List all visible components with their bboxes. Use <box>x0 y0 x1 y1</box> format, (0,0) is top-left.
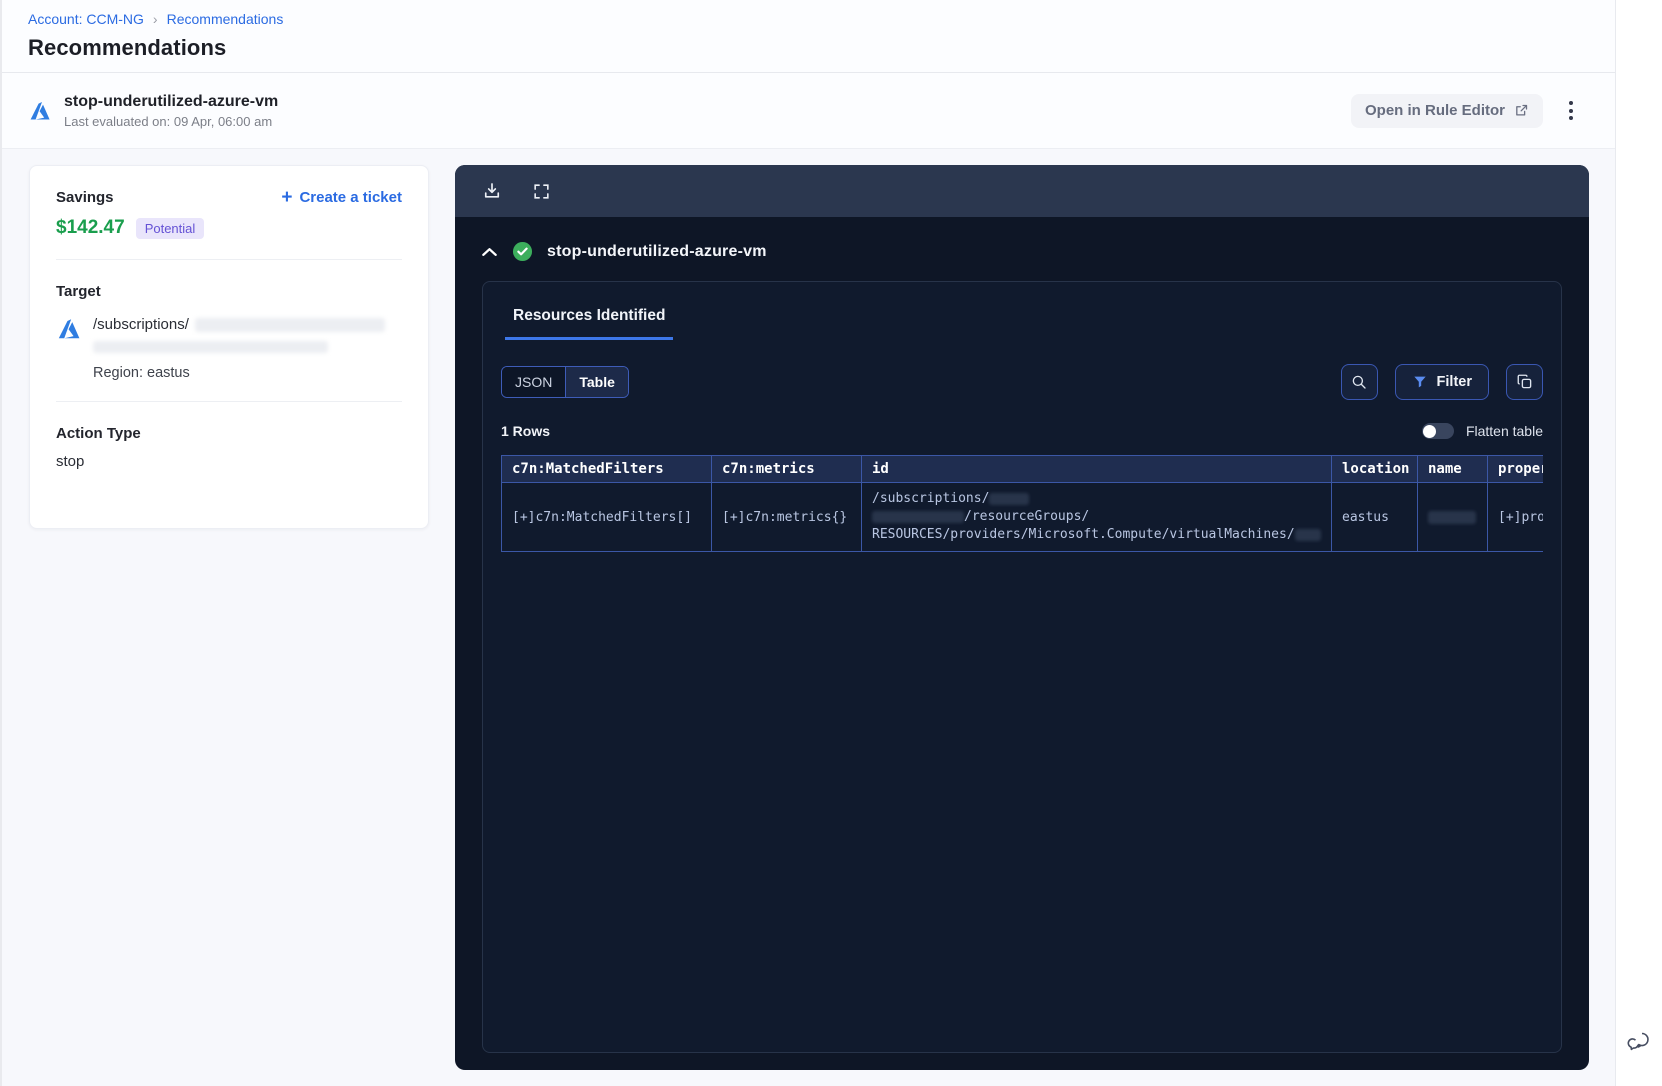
results-table-wrap: c7n:MatchedFilters c7n:metrics id locati… <box>501 455 1543 552</box>
download-icon[interactable] <box>482 181 502 201</box>
create-ticket-button[interactable]: + Create a ticket <box>281 186 402 208</box>
flatten-table-label: Flatten table <box>1465 423 1543 439</box>
redacted-id-1 <box>989 493 1030 505</box>
table-meta-row: 1 Rows Flatten table <box>501 423 1543 439</box>
breadcrumb: Account: CCM-NG › Recommendations <box>28 9 1589 29</box>
flatten-table-toggle[interactable] <box>1421 423 1454 439</box>
cell-name[interactable] <box>1417 482 1488 552</box>
content: Savings + Create a ticket $142.47 Potent… <box>2 149 1615 1070</box>
breadcrumb-account-link[interactable]: Account: CCM-NG <box>28 11 144 27</box>
results-table: c7n:MatchedFilters c7n:metrics id locati… <box>501 455 1543 552</box>
rule-meta: stop-underutilized-azure-vm Last evaluat… <box>64 93 278 129</box>
tab-resources-identified[interactable]: Resources Identified <box>505 307 674 340</box>
action-type-label: Action Type <box>56 425 141 442</box>
results-toolbar <box>455 165 1589 217</box>
fullscreen-icon[interactable] <box>532 182 551 201</box>
tab-row: Resources Identified <box>501 282 1543 340</box>
savings-amount: $142.47 <box>56 217 125 238</box>
rows-count: 1 Rows <box>501 423 551 439</box>
rule-name: stop-underutilized-azure-vm <box>64 92 279 110</box>
azure-logo-icon <box>28 99 52 123</box>
target-path: /subscriptions/ <box>93 316 189 333</box>
success-check-icon <box>512 241 533 262</box>
rule-header: stop-underutilized-azure-vm Last evaluat… <box>2 73 1615 149</box>
col-metrics[interactable]: c7n:metrics <box>711 455 862 483</box>
redacted-name <box>1428 510 1476 524</box>
savings-card: Savings + Create a ticket $142.47 Potent… <box>29 165 429 529</box>
col-location[interactable]: location <box>1331 455 1418 483</box>
main-area: Account: CCM-NG › Recommendations Recomm… <box>0 0 1615 1086</box>
col-properties[interactable]: propert <box>1487 455 1543 483</box>
savings-label: Savings <box>56 189 114 206</box>
filter-icon <box>1412 374 1428 390</box>
rule-result-header[interactable]: stop-underutilized-azure-vm <box>455 217 1589 262</box>
open-rule-editor-button[interactable]: Open in Rule Editor <box>1350 93 1543 128</box>
savings-section: Savings + Create a ticket $142.47 Potent… <box>30 166 428 259</box>
table-view-option[interactable]: Table <box>565 367 628 397</box>
cell-id[interactable]: /subscriptions/ /resourceGroups/ RESOURC… <box>861 482 1332 552</box>
open-rule-editor-label: Open in Rule Editor <box>1364 102 1505 119</box>
id-resourcegroups-text: /resourceGroups/ <box>964 509 1090 524</box>
breadcrumb-separator: › <box>152 11 158 27</box>
controls-row: JSON Table Filter <box>501 364 1543 400</box>
table-row: [+]c7n:MatchedFilters[] [+]c7n:metrics{}… <box>501 482 1543 552</box>
right-rail <box>1615 0 1662 1086</box>
redacted-id-2 <box>872 511 964 523</box>
cell-location[interactable]: eastus <box>1331 482 1418 552</box>
id-subscriptions-text: /subscriptions/ <box>872 491 990 506</box>
app-viewport: Account: CCM-NG › Recommendations Recomm… <box>0 0 1662 1086</box>
potential-badge: Potential <box>135 217 205 239</box>
azure-target-icon <box>56 316 82 381</box>
resources-container: Resources Identified JSON Table Filter 1… <box>482 281 1562 1053</box>
col-name[interactable]: name <box>1417 455 1488 483</box>
action-type-section: Action Type stop <box>30 402 428 528</box>
filter-button[interactable]: Filter <box>1394 364 1489 400</box>
rule-last-evaluated: Last evaluated on: 09 Apr, 06:00 am <box>64 113 273 129</box>
cell-matched-filters[interactable]: [+]c7n:MatchedFilters[] <box>501 482 712 552</box>
filter-label: Filter <box>1436 374 1472 390</box>
table-header-row: c7n:MatchedFilters c7n:metrics id locati… <box>501 455 1543 483</box>
breadcrumb-recommendations-link[interactable]: Recommendations <box>167 11 284 27</box>
cell-properties[interactable]: [+]prop <box>1487 482 1543 552</box>
topbar: Account: CCM-NG › Recommendations Recomm… <box>2 0 1615 73</box>
page-title: Recommendations <box>28 35 227 60</box>
col-id[interactable]: id <box>861 455 1332 483</box>
more-options-menu[interactable] <box>1565 97 1577 124</box>
cell-metrics[interactable]: [+]c7n:metrics{} <box>711 482 862 552</box>
redacted-id-3 <box>1294 529 1321 541</box>
panel-rule-name: stop-underutilized-azure-vm <box>547 242 767 260</box>
id-providers-text: RESOURCES/providers/Microsoft.Compute/vi… <box>872 527 1295 542</box>
view-mode-toggle: JSON Table <box>501 366 629 398</box>
results-panel: stop-underutilized-azure-vm Resources Id… <box>455 165 1589 1070</box>
target-details: /subscriptions/ Region: eastus <box>93 316 402 381</box>
json-view-option[interactable]: JSON <box>502 367 566 397</box>
external-link-icon <box>1514 103 1529 118</box>
create-ticket-label: Create a ticket <box>299 189 402 206</box>
search-button[interactable] <box>1340 364 1378 400</box>
redacted-subscription-id <box>194 317 385 332</box>
chat-help-icon[interactable] <box>1626 1028 1652 1054</box>
col-matched-filters[interactable]: c7n:MatchedFilters <box>501 455 712 483</box>
target-section: Target /subscriptions/ Region: eastus <box>30 260 428 401</box>
target-label: Target <box>56 283 101 300</box>
redacted-subscription-id-2 <box>93 340 328 353</box>
action-type-value: stop <box>56 453 85 470</box>
plus-icon: + <box>281 186 293 208</box>
target-region: Region: eastus <box>93 365 190 381</box>
copy-button[interactable] <box>1506 364 1543 400</box>
chevron-up-icon[interactable] <box>481 246 498 258</box>
